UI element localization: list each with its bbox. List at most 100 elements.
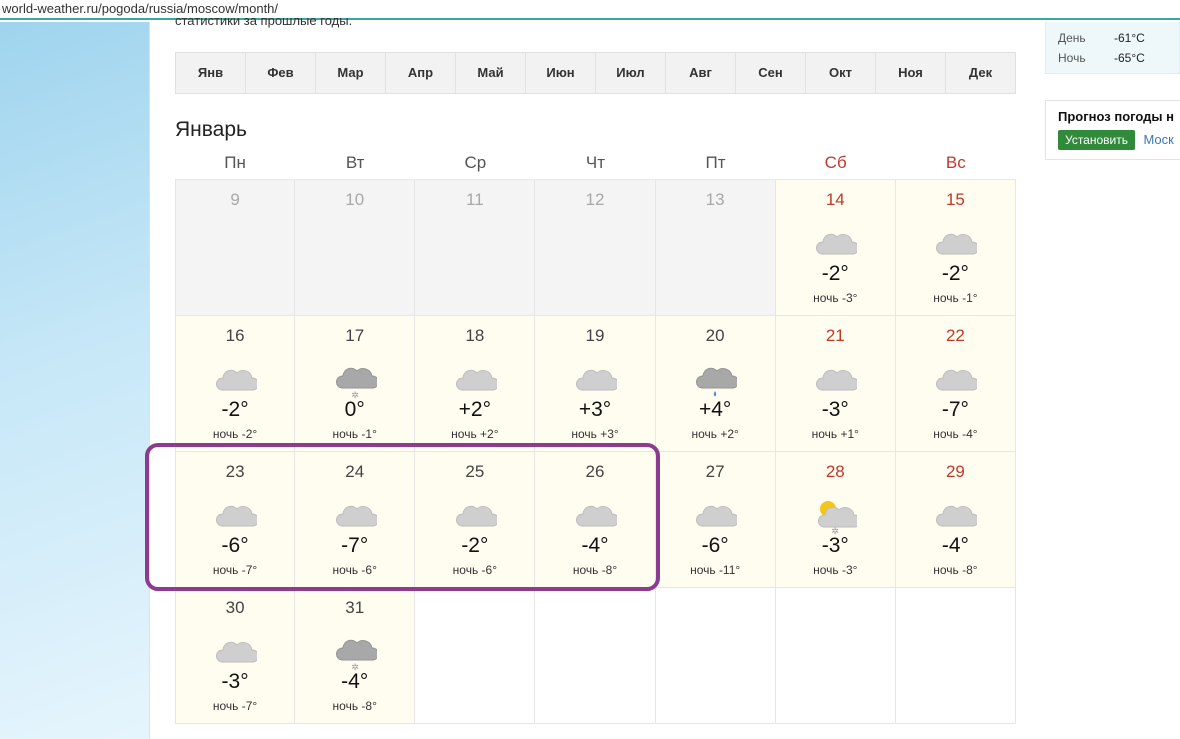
month-tab[interactable]: Фев (246, 53, 316, 93)
calendar-day-cell[interactable]: 14 -2° ночь -3° (775, 180, 896, 316)
night-label: Ночь (1058, 51, 1086, 65)
day-temperature: -4° (941, 534, 969, 557)
day-number: 27 (705, 462, 725, 481)
day-number: 26 (585, 462, 605, 481)
day-number: 9 (230, 190, 240, 209)
month-tab[interactable]: Апр (386, 53, 456, 93)
day-number: 11 (466, 190, 484, 209)
install-button[interactable]: Установить (1058, 130, 1135, 150)
night-temperature: ночь -2° (212, 427, 258, 441)
weekday-label: Ср (464, 153, 487, 172)
night-temperature: ночь -11° (690, 563, 741, 577)
month-tab[interactable]: Май (456, 53, 526, 93)
weekday-header: Пн Вт Ср Чт Пт Сб Вс (175, 152, 1016, 179)
day-number: 28 (825, 462, 845, 481)
calendar-day-cell[interactable]: 12 (535, 180, 656, 316)
day-number: 17 (345, 326, 365, 345)
night-temperature: ночь -8° (572, 563, 618, 577)
cloud-icon (936, 369, 978, 391)
svg-text:✲: ✲ (351, 662, 359, 670)
cloud-icon (816, 233, 858, 255)
day-number: 10 (345, 190, 365, 209)
day-temperature: +3° (578, 398, 612, 421)
day-temperature: -2° (821, 262, 849, 285)
calendar-day-cell[interactable]: 19 +3° ночь +3° (535, 316, 656, 452)
calendar-day-cell[interactable]: 25 -2° ночь -6° (415, 452, 536, 588)
day-temperature: -7° (341, 534, 369, 557)
calendar-day-cell[interactable]: 30 -3° ночь -7° (175, 588, 296, 724)
snow-cloud-icon: ✲ (335, 367, 377, 398)
calendar-day-cell[interactable]: 9 (175, 180, 296, 316)
night-temperature: ночь +1° (811, 427, 859, 441)
day-number: 15 (945, 190, 965, 209)
rain-cloud-icon (696, 367, 738, 397)
day-number: 25 (465, 462, 485, 481)
sun-snow-cloud-icon: ✲ (818, 501, 858, 534)
forecast-widget-title: Прогноз погоды н (1058, 109, 1174, 124)
day-number: 22 (945, 326, 965, 345)
calendar-day-cell[interactable]: 17 ✲ 0° ночь -1° (295, 316, 416, 452)
cloud-icon (455, 369, 497, 391)
calendar-day-cell[interactable]: 23 -6° ночь -7° (175, 452, 296, 588)
cloud-icon (335, 505, 377, 527)
month-tab[interactable]: Июл (596, 53, 666, 93)
night-temperature: ночь -1° (332, 427, 377, 441)
calendar-empty-cell (775, 588, 896, 724)
month-tab[interactable]: Авг (666, 53, 736, 93)
page-background-left (0, 22, 150, 739)
cloud-icon (936, 505, 978, 527)
sidebar-temperature-box: День -61°C Ночь -65°C (1045, 22, 1180, 74)
day-temperature: -2° (461, 534, 489, 557)
night-temperature: ночь -8° (933, 563, 978, 577)
day-number: 18 (465, 326, 485, 345)
month-tab[interactable]: Янв (176, 53, 246, 93)
day-temperature: -7° (941, 398, 969, 421)
calendar-day-cell[interactable]: 18 +2° ночь +2° (415, 316, 536, 452)
month-tab[interactable]: Дек (946, 53, 1015, 93)
day-temperature: -4° (341, 670, 369, 693)
calendar-day-cell[interactable]: 31 ✲ -4° ночь -8° (295, 588, 416, 724)
calendar-day-cell[interactable]: 15 -2° ночь -1° (895, 180, 1016, 316)
night-temperature: ночь -3° (813, 291, 858, 305)
cloud-icon (216, 641, 258, 663)
month-tab[interactable]: Сен (736, 53, 806, 93)
month-tab[interactable]: Июн (526, 53, 596, 93)
month-selector: Янв Фев Мар Апр Май Июн Июл Авг Сен Окт Ноя Дек (175, 52, 1016, 94)
weekday-label: Сб (824, 153, 847, 172)
day-number: 23 (225, 462, 245, 481)
day-temperature: -4° (581, 534, 609, 557)
calendar-empty-cell (415, 588, 536, 724)
calendar-day-cell[interactable]: 22 -7° ночь -4° (895, 316, 1016, 452)
calendar-day-cell[interactable]: 13 (655, 180, 776, 316)
cloud-icon (816, 369, 858, 391)
cloud-icon (696, 505, 738, 527)
day-temperature: -2° (941, 262, 969, 285)
day-label: День (1058, 31, 1086, 45)
calendar-day-cell[interactable]: 11 (415, 180, 536, 316)
calendar-day-cell[interactable]: 28 ✲ -3° ночь -3° (775, 452, 896, 588)
forecast-widget-box: Прогноз погоды н Установить Моск (1045, 100, 1180, 160)
calendar-day-cell[interactable]: 26 -4° ночь -8° (535, 452, 656, 588)
calendar-day-cell[interactable]: 10 (295, 180, 416, 316)
month-tab[interactable]: Мар (316, 53, 386, 93)
snow-cloud-icon: ✲ (335, 639, 377, 670)
day-number: 13 (705, 190, 725, 209)
day-temperature: 0° (344, 398, 365, 421)
calendar-day-cell[interactable]: 29 -4° ночь -8° (895, 452, 1016, 588)
calendar-day-cell[interactable]: 21 -3° ночь +1° (775, 316, 896, 452)
calendar-day-cell[interactable]: 27 -6° ночь -11° (655, 452, 776, 588)
calendar-day-cell[interactable]: 20 +4° ночь +2° (655, 316, 776, 452)
day-number: 21 (825, 326, 845, 345)
calendar-day-cell[interactable]: 24 -7° ночь -6° (295, 452, 416, 588)
cloud-icon (575, 369, 617, 391)
night-value: -65°C (1114, 51, 1145, 65)
day-number: 30 (225, 598, 245, 617)
cloud-icon (216, 369, 258, 391)
day-number: 20 (705, 326, 725, 345)
month-tab[interactable]: Ноя (876, 53, 946, 93)
city-link[interactable]: Моск (1143, 132, 1173, 147)
calendar-day-cell[interactable]: 16 -2° ночь -2° (175, 316, 296, 452)
calendar-empty-cell (535, 588, 656, 724)
month-tab[interactable]: Окт (806, 53, 876, 93)
night-temperature: ночь +3° (571, 427, 619, 441)
